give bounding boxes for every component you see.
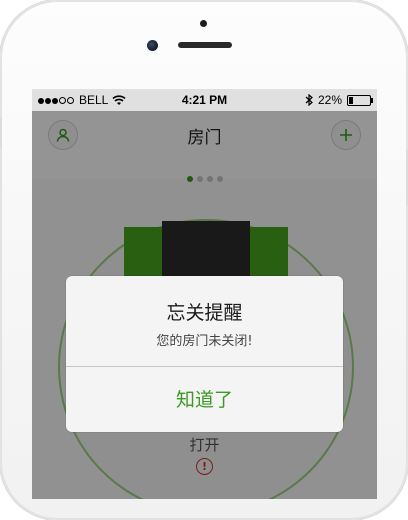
status-bar: BELL 4:21 PM 22%: [32, 89, 377, 111]
phone-frame: BELL 4:21 PM 22% 房门 打开 ! 忘关提醒 您的房门未关闭! 知…: [0, 0, 408, 520]
front-camera: [147, 40, 158, 51]
proximity-sensor: [200, 20, 207, 27]
earpiece-speaker: [178, 42, 232, 48]
left-side-button: [0, 118, 2, 148]
alert-message: 您的房门未关闭!: [156, 334, 253, 349]
alert-dialog: 忘关提醒 您的房门未关闭! 知道了: [66, 276, 343, 432]
status-dim: [32, 89, 377, 111]
alert-title: 忘关提醒: [166, 302, 243, 324]
confirm-button[interactable]: 知道了: [66, 367, 343, 432]
screen: BELL 4:21 PM 22% 房门 打开 ! 忘关提醒 您的房门未关闭! 知…: [32, 89, 377, 499]
